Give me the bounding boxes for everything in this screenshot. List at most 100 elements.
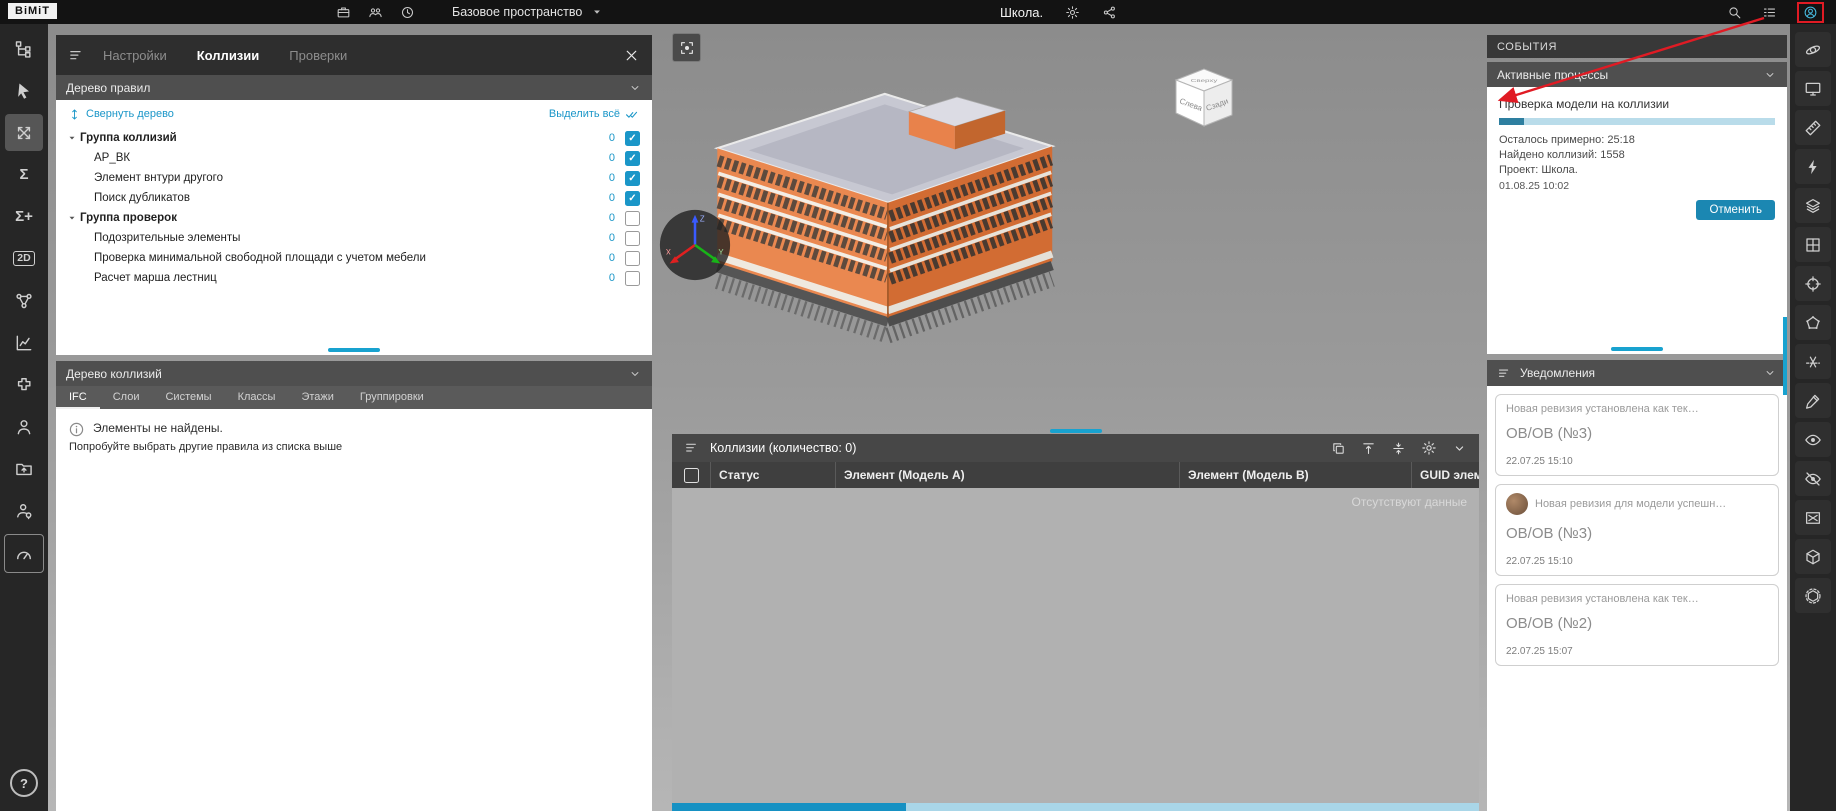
- rule-checkbox[interactable]: [625, 191, 640, 206]
- scrollbar-thumb[interactable]: [672, 803, 906, 811]
- notification-card[interactable]: Новая ревизия установлена как тек…ОВ/ОВ …: [1495, 394, 1779, 476]
- processes-collapse-icon[interactable]: [1763, 68, 1777, 82]
- account-icon[interactable]: [1797, 2, 1824, 23]
- notifications-collapse-icon[interactable]: [1763, 366, 1777, 380]
- mode-2d-icon[interactable]: 2D: [5, 240, 43, 277]
- collision-tree-tab[interactable]: IFC: [56, 386, 100, 409]
- rule-tree-row[interactable]: Подозрительные элементы0: [56, 228, 652, 248]
- notification-card[interactable]: Новая ревизия установлена как тек…ОВ/ОВ …: [1495, 584, 1779, 666]
- app-logo[interactable]: BiMiT: [8, 3, 57, 19]
- collaboration-icon[interactable]: [368, 5, 383, 20]
- polygon-select-icon[interactable]: [1795, 305, 1831, 340]
- sum-add-tool-icon[interactable]: Σ+: [5, 198, 43, 235]
- search-icon[interactable]: [1727, 5, 1742, 20]
- align-center-icon[interactable]: [1391, 441, 1406, 456]
- sum-tool-icon[interactable]: Σ: [5, 156, 43, 193]
- select-tool-icon[interactable]: [5, 72, 43, 109]
- select-all-checkbox[interactable]: [684, 468, 699, 483]
- notifications-header[interactable]: Уведомления: [1487, 360, 1787, 386]
- model-cube-icon[interactable]: [1795, 539, 1831, 574]
- rule-tree-row[interactable]: Группа проверок0: [56, 208, 652, 228]
- collision-tree-tab[interactable]: Группировки: [347, 386, 437, 409]
- rule-tree-row[interactable]: Элемент внтури другого0: [56, 168, 652, 188]
- collisions-resize-handle[interactable]: [672, 427, 1479, 434]
- cube-face-top[interactable]: Сверху: [1191, 79, 1219, 84]
- rules-resize-handle[interactable]: [56, 345, 652, 355]
- user-location-icon[interactable]: [5, 492, 43, 529]
- table-settings-icon[interactable]: [1421, 440, 1437, 456]
- quick-clash-icon[interactable]: [1795, 149, 1831, 184]
- caret-down-icon[interactable]: [66, 132, 80, 144]
- rule-tree-row[interactable]: Группа коллизий0: [56, 128, 652, 148]
- dashboard-icon[interactable]: [4, 534, 44, 573]
- select-all-link[interactable]: Выделить всё: [549, 107, 640, 122]
- collision-tree-collapse-icon[interactable]: [628, 367, 642, 381]
- hide-elements-icon[interactable]: [1795, 461, 1831, 496]
- projects-icon[interactable]: [336, 5, 351, 20]
- collision-tree-tab[interactable]: Классы: [225, 386, 289, 409]
- collision-tree-tab[interactable]: Этажи: [288, 386, 346, 409]
- rule-checkbox[interactable]: [625, 151, 640, 166]
- tab-2[interactable]: Коллизии: [195, 35, 262, 77]
- events-resize-handle[interactable]: [1487, 344, 1787, 354]
- table-body[interactable]: Отсутствуют данные: [672, 488, 1479, 803]
- table-menu-icon[interactable]: [684, 440, 700, 456]
- layers-icon[interactable]: [1795, 188, 1831, 223]
- settings-gear-icon[interactable]: [1065, 5, 1080, 20]
- cancel-button[interactable]: Отменить: [1696, 200, 1775, 220]
- history-icon[interactable]: [400, 5, 415, 20]
- collapse-tree-link[interactable]: Свернуть дерево: [68, 108, 174, 121]
- rule-checkbox[interactable]: [625, 131, 640, 146]
- charts-icon[interactable]: [5, 324, 43, 361]
- task-list-icon[interactable]: [1762, 5, 1777, 20]
- column-header[interactable]: GUID элемента (Модель A): [1412, 462, 1479, 488]
- rule-tree-row[interactable]: Расчет марша лестниц0: [56, 268, 652, 288]
- horizontal-scrollbar[interactable]: [672, 803, 1479, 811]
- rule-checkbox[interactable]: [625, 211, 640, 226]
- navigation-cube[interactable]: Сверху Слева Сзади: [1166, 56, 1242, 132]
- focus-target-icon[interactable]: [1795, 266, 1831, 301]
- help-button[interactable]: ?: [10, 769, 38, 797]
- rule-checkbox[interactable]: [625, 271, 640, 286]
- graph-view-icon[interactable]: [5, 282, 43, 319]
- panel-menu-icon[interactable]: [68, 47, 85, 64]
- section-cut-icon[interactable]: [1795, 344, 1831, 379]
- rule-checkbox[interactable]: [625, 231, 640, 246]
- active-processes-header[interactable]: Активные процессы: [1487, 62, 1787, 87]
- workspace-selector[interactable]: Базовое пространство: [452, 0, 604, 24]
- close-icon[interactable]: [623, 47, 640, 64]
- notification-card[interactable]: Новая ревизия для модели успешн…ОВ/ОВ (№…: [1495, 484, 1779, 576]
- orbit-view-icon[interactable]: [1795, 32, 1831, 67]
- rules-section-header[interactable]: Дерево правил: [56, 75, 652, 100]
- annotate-icon[interactable]: [1795, 383, 1831, 418]
- caret-down-icon[interactable]: [66, 212, 80, 224]
- column-header[interactable]: Элемент (Модель A): [836, 462, 1180, 488]
- column-header[interactable]: Статус: [711, 462, 836, 488]
- collisions-tool-icon[interactable]: [5, 114, 43, 151]
- rule-tree-row[interactable]: Проверка минимальной свободной площади с…: [56, 248, 652, 268]
- rule-checkbox[interactable]: [625, 171, 640, 186]
- rule-checkbox[interactable]: [625, 251, 640, 266]
- copy-row-icon[interactable]: [1331, 441, 1346, 456]
- column-header[interactable]: Элемент (Модель B): [1180, 462, 1412, 488]
- show-elements-icon[interactable]: [1795, 422, 1831, 457]
- section-box-icon[interactable]: [1795, 578, 1831, 613]
- rule-tree-row[interactable]: АР_ВК0: [56, 148, 652, 168]
- collision-tree-tab[interactable]: Слои: [100, 386, 153, 409]
- axis-gizmo[interactable]: Z X Y: [656, 206, 734, 284]
- rule-tree-row[interactable]: Поиск дубликатов0: [56, 188, 652, 208]
- collision-tree-header[interactable]: Дерево коллизий: [56, 361, 652, 386]
- grid-icon[interactable]: [1795, 227, 1831, 262]
- collapse-panel-icon[interactable]: [1452, 441, 1467, 456]
- rules-collapse-icon[interactable]: [628, 81, 642, 95]
- tab-3[interactable]: Проверки: [287, 35, 349, 77]
- notifications-menu-icon[interactable]: [1497, 366, 1512, 381]
- share-icon[interactable]: [1102, 5, 1117, 20]
- collision-tree-tab[interactable]: Системы: [152, 386, 224, 409]
- measure-icon[interactable]: [1795, 110, 1831, 145]
- plugins-icon[interactable]: [5, 366, 43, 403]
- users-icon[interactable]: [5, 408, 43, 445]
- screen-view-icon[interactable]: [1795, 71, 1831, 106]
- vertical-scrollbar-thumb[interactable]: [1783, 317, 1787, 395]
- model-structure-icon[interactable]: [5, 30, 43, 67]
